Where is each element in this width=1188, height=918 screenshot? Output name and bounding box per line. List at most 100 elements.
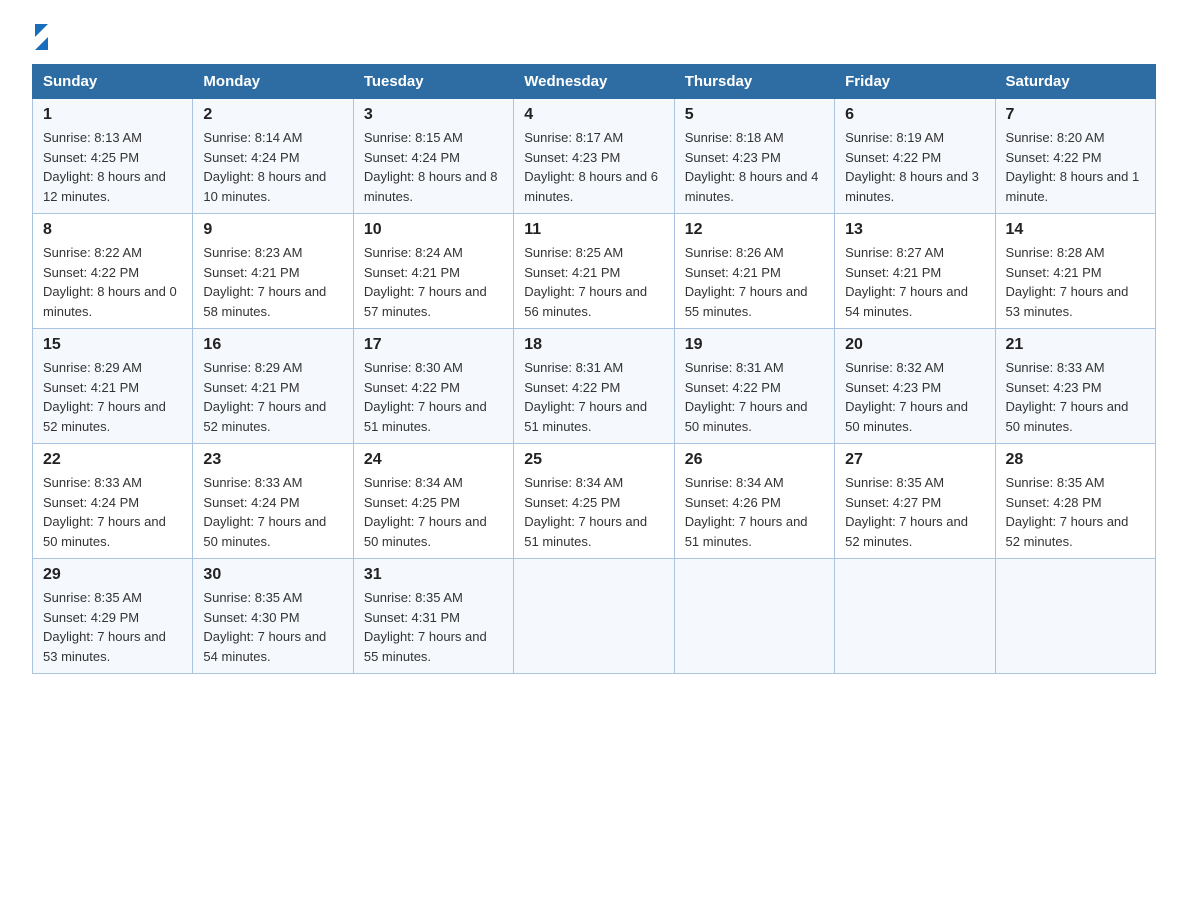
day-info: Sunrise: 8:31 AMSunset: 4:22 PMDaylight:… xyxy=(524,360,647,434)
calendar-day-cell: 24 Sunrise: 8:34 AMSunset: 4:25 PMDaylig… xyxy=(353,444,513,559)
day-info: Sunrise: 8:35 AMSunset: 4:30 PMDaylight:… xyxy=(203,590,326,664)
day-info: Sunrise: 8:35 AMSunset: 4:29 PMDaylight:… xyxy=(43,590,166,664)
day-info: Sunrise: 8:18 AMSunset: 4:23 PMDaylight:… xyxy=(685,130,819,204)
calendar-day-cell: 6 Sunrise: 8:19 AMSunset: 4:22 PMDayligh… xyxy=(835,99,995,214)
calendar-day-cell: 16 Sunrise: 8:29 AMSunset: 4:21 PMDaylig… xyxy=(193,329,353,444)
day-info: Sunrise: 8:30 AMSunset: 4:22 PMDaylight:… xyxy=(364,360,487,434)
day-info: Sunrise: 8:35 AMSunset: 4:31 PMDaylight:… xyxy=(364,590,487,664)
calendar-day-cell: 19 Sunrise: 8:31 AMSunset: 4:22 PMDaylig… xyxy=(674,329,834,444)
day-info: Sunrise: 8:31 AMSunset: 4:22 PMDaylight:… xyxy=(685,360,808,434)
calendar-day-cell: 8 Sunrise: 8:22 AMSunset: 4:22 PMDayligh… xyxy=(33,214,193,329)
day-info: Sunrise: 8:33 AMSunset: 4:23 PMDaylight:… xyxy=(1006,360,1129,434)
day-number: 12 xyxy=(685,221,824,239)
calendar-day-cell: 11 Sunrise: 8:25 AMSunset: 4:21 PMDaylig… xyxy=(514,214,674,329)
calendar-day-cell: 31 Sunrise: 8:35 AMSunset: 4:31 PMDaylig… xyxy=(353,559,513,674)
day-info: Sunrise: 8:34 AMSunset: 4:25 PMDaylight:… xyxy=(524,475,647,549)
day-number: 28 xyxy=(1006,451,1145,469)
day-number: 2 xyxy=(203,106,342,124)
calendar-body: 1 Sunrise: 8:13 AMSunset: 4:25 PMDayligh… xyxy=(33,99,1156,674)
calendar-day-cell: 7 Sunrise: 8:20 AMSunset: 4:22 PMDayligh… xyxy=(995,99,1155,214)
day-number: 6 xyxy=(845,106,984,124)
calendar-day-cell: 5 Sunrise: 8:18 AMSunset: 4:23 PMDayligh… xyxy=(674,99,834,214)
day-number: 25 xyxy=(524,451,663,469)
calendar-day-cell: 27 Sunrise: 8:35 AMSunset: 4:27 PMDaylig… xyxy=(835,444,995,559)
day-number: 5 xyxy=(685,106,824,124)
day-info: Sunrise: 8:17 AMSunset: 4:23 PMDaylight:… xyxy=(524,130,658,204)
day-number: 21 xyxy=(1006,336,1145,354)
day-number: 11 xyxy=(524,221,663,239)
calendar-day-cell: 21 Sunrise: 8:33 AMSunset: 4:23 PMDaylig… xyxy=(995,329,1155,444)
calendar-day-cell: 18 Sunrise: 8:31 AMSunset: 4:22 PMDaylig… xyxy=(514,329,674,444)
day-info: Sunrise: 8:23 AMSunset: 4:21 PMDaylight:… xyxy=(203,245,326,319)
day-info: Sunrise: 8:33 AMSunset: 4:24 PMDaylight:… xyxy=(203,475,326,549)
calendar-day-cell: 13 Sunrise: 8:27 AMSunset: 4:21 PMDaylig… xyxy=(835,214,995,329)
calendar-day-cell xyxy=(514,559,674,674)
calendar-day-cell: 10 Sunrise: 8:24 AMSunset: 4:21 PMDaylig… xyxy=(353,214,513,329)
calendar-day-cell: 1 Sunrise: 8:13 AMSunset: 4:25 PMDayligh… xyxy=(33,99,193,214)
day-info: Sunrise: 8:35 AMSunset: 4:27 PMDaylight:… xyxy=(845,475,968,549)
calendar-week-row: 1 Sunrise: 8:13 AMSunset: 4:25 PMDayligh… xyxy=(33,99,1156,214)
day-info: Sunrise: 8:27 AMSunset: 4:21 PMDaylight:… xyxy=(845,245,968,319)
day-number: 7 xyxy=(1006,106,1145,124)
day-number: 22 xyxy=(43,451,182,469)
calendar-day-cell: 29 Sunrise: 8:35 AMSunset: 4:29 PMDaylig… xyxy=(33,559,193,674)
day-number: 13 xyxy=(845,221,984,239)
day-number: 24 xyxy=(364,451,503,469)
day-info: Sunrise: 8:25 AMSunset: 4:21 PMDaylight:… xyxy=(524,245,647,319)
calendar-day-cell xyxy=(995,559,1155,674)
calendar-day-cell: 14 Sunrise: 8:28 AMSunset: 4:21 PMDaylig… xyxy=(995,214,1155,329)
logo-icon xyxy=(35,24,48,50)
header-monday: Monday xyxy=(193,65,353,99)
calendar-day-cell: 28 Sunrise: 8:35 AMSunset: 4:28 PMDaylig… xyxy=(995,444,1155,559)
calendar-day-cell: 9 Sunrise: 8:23 AMSunset: 4:21 PMDayligh… xyxy=(193,214,353,329)
header-sunday: Sunday xyxy=(33,65,193,99)
calendar-day-cell: 23 Sunrise: 8:33 AMSunset: 4:24 PMDaylig… xyxy=(193,444,353,559)
calendar-day-cell: 4 Sunrise: 8:17 AMSunset: 4:23 PMDayligh… xyxy=(514,99,674,214)
day-info: Sunrise: 8:24 AMSunset: 4:21 PMDaylight:… xyxy=(364,245,487,319)
day-info: Sunrise: 8:13 AMSunset: 4:25 PMDaylight:… xyxy=(43,130,166,204)
day-number: 29 xyxy=(43,566,182,584)
day-number: 16 xyxy=(203,336,342,354)
day-info: Sunrise: 8:34 AMSunset: 4:26 PMDaylight:… xyxy=(685,475,808,549)
header-wednesday: Wednesday xyxy=(514,65,674,99)
calendar-week-row: 29 Sunrise: 8:35 AMSunset: 4:29 PMDaylig… xyxy=(33,559,1156,674)
calendar-table: Sunday Monday Tuesday Wednesday Thursday… xyxy=(32,64,1156,674)
day-info: Sunrise: 8:19 AMSunset: 4:22 PMDaylight:… xyxy=(845,130,979,204)
day-info: Sunrise: 8:14 AMSunset: 4:24 PMDaylight:… xyxy=(203,130,326,204)
day-number: 26 xyxy=(685,451,824,469)
calendar-day-cell xyxy=(674,559,834,674)
calendar-day-cell: 17 Sunrise: 8:30 AMSunset: 4:22 PMDaylig… xyxy=(353,329,513,444)
day-number: 30 xyxy=(203,566,342,584)
calendar-day-cell: 20 Sunrise: 8:32 AMSunset: 4:23 PMDaylig… xyxy=(835,329,995,444)
day-info: Sunrise: 8:35 AMSunset: 4:28 PMDaylight:… xyxy=(1006,475,1129,549)
day-info: Sunrise: 8:22 AMSunset: 4:22 PMDaylight:… xyxy=(43,245,177,319)
calendar-week-row: 8 Sunrise: 8:22 AMSunset: 4:22 PMDayligh… xyxy=(33,214,1156,329)
calendar-week-row: 22 Sunrise: 8:33 AMSunset: 4:24 PMDaylig… xyxy=(33,444,1156,559)
calendar-day-cell: 22 Sunrise: 8:33 AMSunset: 4:24 PMDaylig… xyxy=(33,444,193,559)
day-number: 27 xyxy=(845,451,984,469)
day-info: Sunrise: 8:28 AMSunset: 4:21 PMDaylight:… xyxy=(1006,245,1129,319)
calendar-day-cell: 2 Sunrise: 8:14 AMSunset: 4:24 PMDayligh… xyxy=(193,99,353,214)
calendar-day-cell: 3 Sunrise: 8:15 AMSunset: 4:24 PMDayligh… xyxy=(353,99,513,214)
day-number: 14 xyxy=(1006,221,1145,239)
day-info: Sunrise: 8:33 AMSunset: 4:24 PMDaylight:… xyxy=(43,475,166,549)
day-number: 8 xyxy=(43,221,182,239)
day-number: 17 xyxy=(364,336,503,354)
calendar-day-cell: 12 Sunrise: 8:26 AMSunset: 4:21 PMDaylig… xyxy=(674,214,834,329)
day-info: Sunrise: 8:26 AMSunset: 4:21 PMDaylight:… xyxy=(685,245,808,319)
day-number: 3 xyxy=(364,106,503,124)
logo xyxy=(32,24,48,46)
header-saturday: Saturday xyxy=(995,65,1155,99)
calendar-day-cell xyxy=(835,559,995,674)
day-number: 20 xyxy=(845,336,984,354)
day-number: 31 xyxy=(364,566,503,584)
header-friday: Friday xyxy=(835,65,995,99)
page-header xyxy=(32,24,1156,46)
day-info: Sunrise: 8:20 AMSunset: 4:22 PMDaylight:… xyxy=(1006,130,1140,204)
day-number: 4 xyxy=(524,106,663,124)
day-number: 9 xyxy=(203,221,342,239)
day-info: Sunrise: 8:15 AMSunset: 4:24 PMDaylight:… xyxy=(364,130,498,204)
day-number: 1 xyxy=(43,106,182,124)
calendar-day-cell: 15 Sunrise: 8:29 AMSunset: 4:21 PMDaylig… xyxy=(33,329,193,444)
weekday-header-row: Sunday Monday Tuesday Wednesday Thursday… xyxy=(33,65,1156,99)
